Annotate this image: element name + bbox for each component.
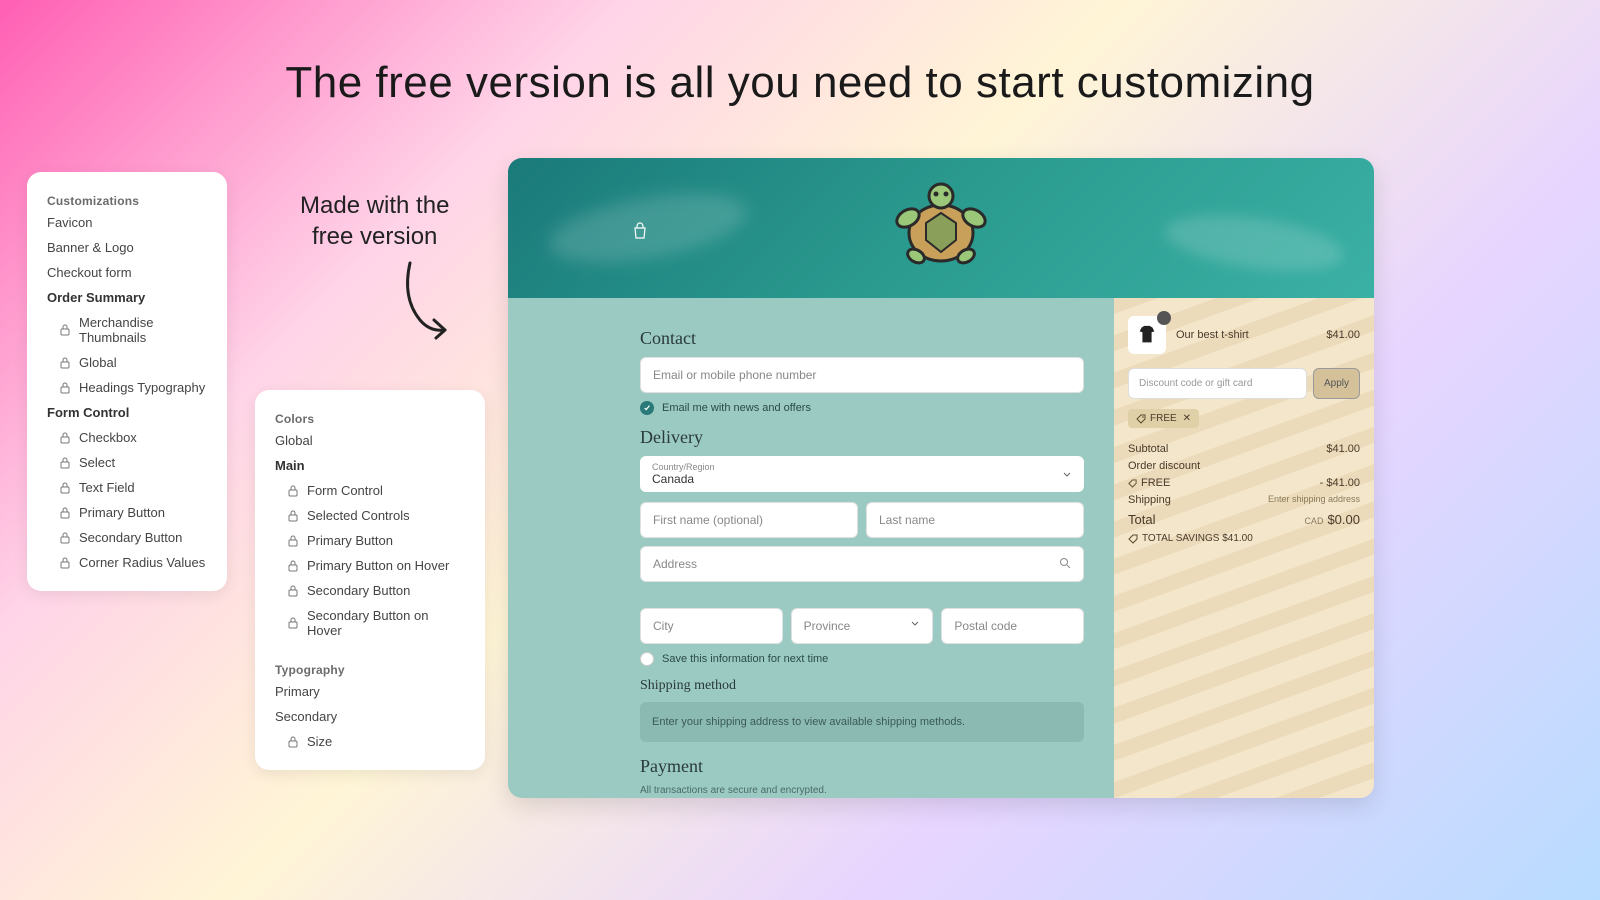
contact-heading: Contact xyxy=(640,328,1084,349)
product-name: Our best t-shirt xyxy=(1176,329,1316,341)
sidebar-item[interactable]: Size xyxy=(265,729,475,754)
lock-icon xyxy=(59,432,71,444)
headline: The free version is all you need to star… xyxy=(0,0,1600,108)
panel-header: Customizations xyxy=(37,188,217,210)
tag-icon xyxy=(1128,534,1138,544)
section-main: Main xyxy=(265,453,475,478)
discount-input[interactable]: Discount code or gift card xyxy=(1128,368,1307,399)
checkout-preview: Contact Email or mobile phone number Ema… xyxy=(508,158,1374,798)
section-form-control: Form Control xyxy=(37,400,217,425)
lock-icon xyxy=(59,357,71,369)
savings-row: TOTAL SAVINGS $41.00 xyxy=(1128,533,1360,544)
sidebar-item[interactable]: Secondary Button xyxy=(37,525,217,550)
lock-icon xyxy=(59,382,71,394)
delivery-heading: Delivery xyxy=(640,427,1084,448)
sidebar-item[interactable]: Secondary Button xyxy=(265,578,475,603)
country-select[interactable]: Country/Region Canada xyxy=(640,456,1084,492)
lock-icon xyxy=(287,585,299,597)
lock-icon xyxy=(59,532,71,544)
sidebar-item[interactable]: Text Field xyxy=(37,475,217,500)
sidebar-item[interactable]: Global xyxy=(37,350,217,375)
panel-header: Typography xyxy=(265,657,475,679)
city-field[interactable]: City xyxy=(640,608,783,644)
shipping-heading: Shipping method xyxy=(640,678,1084,694)
chevron-down-icon xyxy=(1062,470,1072,480)
payment-heading: Payment xyxy=(640,756,1084,777)
lock-icon xyxy=(59,482,71,494)
tag-icon xyxy=(1136,414,1146,424)
sidebar-item[interactable]: Checkbox xyxy=(37,425,217,450)
email-field[interactable]: Email or mobile phone number xyxy=(640,357,1084,393)
lock-icon xyxy=(287,617,299,629)
postal-field[interactable]: Postal code xyxy=(941,608,1084,644)
sidebar-item[interactable]: Primary Button on Hover xyxy=(265,553,475,578)
sidebar-item[interactable]: Primary Button xyxy=(265,528,475,553)
panel-header: Colors xyxy=(265,406,475,428)
lock-icon xyxy=(59,507,71,519)
last-name-field[interactable]: Last name xyxy=(866,502,1084,538)
bag-icon xyxy=(632,222,648,240)
sidebar-item[interactable]: Favicon xyxy=(37,210,217,235)
tshirt-icon xyxy=(1136,324,1158,346)
check-icon xyxy=(640,401,654,415)
lock-icon xyxy=(287,736,299,748)
payment-note: All transactions are secure and encrypte… xyxy=(640,785,1084,796)
sidebar-item[interactable]: Checkout form xyxy=(37,260,217,285)
lock-icon xyxy=(287,560,299,572)
product-thumbnail xyxy=(1128,316,1166,354)
discount-badge[interactable]: FREE ✕ xyxy=(1128,409,1199,428)
sidebar-item[interactable]: Global xyxy=(265,428,475,453)
banner xyxy=(508,158,1374,298)
checkout-form: Contact Email or mobile phone number Ema… xyxy=(508,298,1114,798)
lock-icon xyxy=(59,457,71,469)
sidebar-item[interactable]: Secondary Button on Hover xyxy=(265,603,475,643)
sidebar-item[interactable]: Form Control xyxy=(265,478,475,503)
order-summary: Our best t-shirt $41.00 Discount code or… xyxy=(1114,298,1374,798)
sidebar-item[interactable]: Headings Typography xyxy=(37,375,217,400)
sidebar-item[interactable]: Primary xyxy=(265,679,475,704)
save-info-checkbox[interactable]: Save this information for next time xyxy=(640,652,1084,666)
customizations-panel: Customizations Favicon Banner & Logo Che… xyxy=(27,172,227,591)
close-icon[interactable]: ✕ xyxy=(1183,413,1191,424)
lock-icon xyxy=(287,535,299,547)
sidebar-item[interactable]: Banner & Logo xyxy=(37,235,217,260)
shipping-info: Enter your shipping address to view avai… xyxy=(640,702,1084,742)
product-price: $41.00 xyxy=(1326,329,1360,341)
tag-icon xyxy=(1128,479,1137,488)
radio-icon xyxy=(640,652,654,666)
arrow-icon xyxy=(390,258,460,348)
sidebar-item[interactable]: Selected Controls xyxy=(265,503,475,528)
sidebar-item[interactable]: Select xyxy=(37,450,217,475)
news-checkbox[interactable]: Email me with news and offers xyxy=(640,401,1084,415)
apply-button[interactable]: Apply xyxy=(1313,368,1360,399)
sidebar-item[interactable]: Secondary xyxy=(265,704,475,729)
chevron-down-icon xyxy=(910,619,920,629)
lock-icon xyxy=(59,324,71,336)
section-order-summary: Order Summary xyxy=(37,285,217,310)
lock-icon xyxy=(287,510,299,522)
lock-icon xyxy=(287,485,299,497)
first-name-field[interactable]: First name (optional) xyxy=(640,502,858,538)
address-field[interactable]: Address xyxy=(640,546,1084,582)
sidebar-item[interactable]: Merchandise Thumbnails xyxy=(37,310,217,350)
colors-panel: Colors Global Main Form Control Selected… xyxy=(255,390,485,770)
turtle-icon xyxy=(886,178,996,278)
annotation: Made with the free version xyxy=(300,190,449,252)
search-icon xyxy=(1059,557,1071,569)
sidebar-item[interactable]: Primary Button xyxy=(37,500,217,525)
lock-icon xyxy=(59,557,71,569)
sidebar-item[interactable]: Corner Radius Values xyxy=(37,550,217,575)
province-select[interactable]: Province xyxy=(791,608,934,644)
